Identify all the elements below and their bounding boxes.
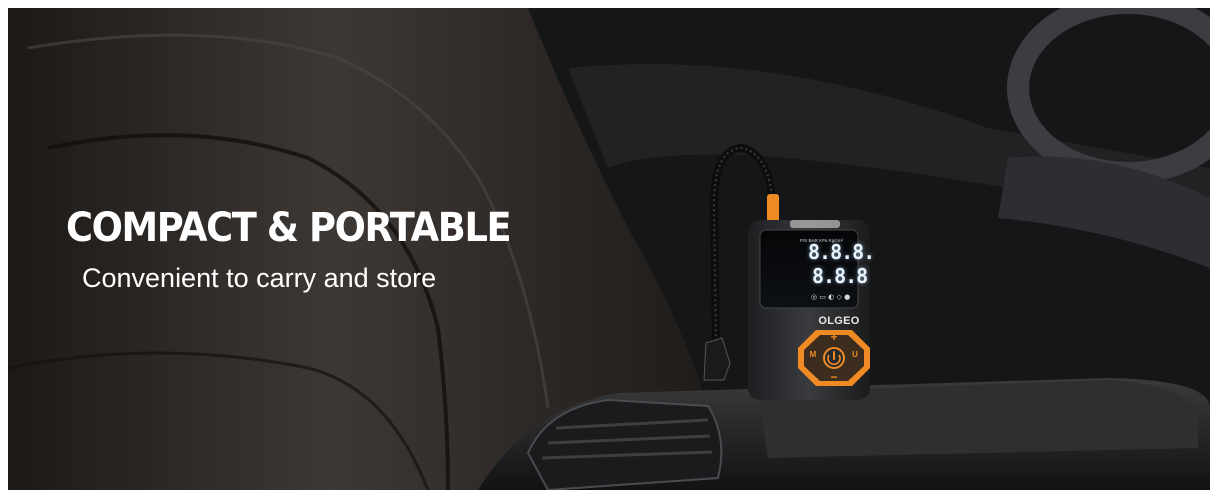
plus-button[interactable]: + [828,330,840,344]
headline: COMPACT & PORTABLE [66,205,512,251]
brand-logo: OLGEO [818,315,860,327]
display-bottom-readout: 8.8.8 [812,264,868,288]
product-banner: PSI BAR KPa Kg/cm² ◎ ▭ ◐ ◇ ● COMPACT & P… [8,8,1210,490]
display-top-readout: 8.8.8. [808,240,875,264]
unit-button[interactable]: U [849,350,861,359]
subheadline: Convenient to carry and store [82,263,437,293]
mode-button[interactable]: M [807,350,819,359]
minus-button[interactable]: − [828,370,840,384]
svg-text:◎ ▭ ◐ ◇ ●: ◎ ▭ ◐ ◇ ● [811,293,850,301]
